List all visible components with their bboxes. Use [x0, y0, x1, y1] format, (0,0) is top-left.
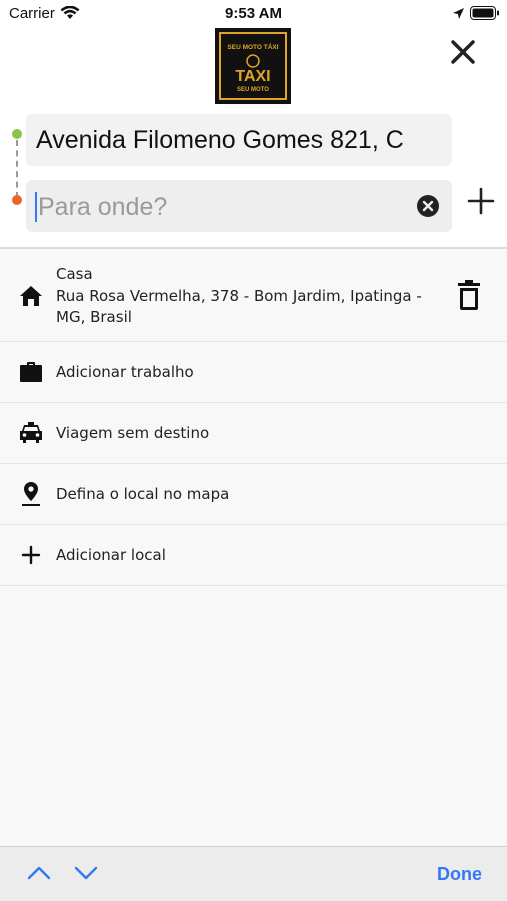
- home-icon: [18, 283, 44, 309]
- add-place-label: Adicionar local: [56, 546, 166, 564]
- map-pin-icon: [18, 480, 44, 506]
- home-address: Rua Rosa Vermelha, 378 - Bom Jardim, Ipa…: [56, 287, 422, 326]
- battery-icon: [470, 6, 500, 25]
- route-connector-line: [16, 140, 18, 198]
- taxi-icon: [18, 420, 44, 446]
- trash-icon: [458, 280, 480, 310]
- list-item-set-on-map[interactable]: Defina o local no mapa: [0, 464, 507, 525]
- app-logo: SEU MOTO TÁXI TAXI SEU MOTO: [215, 28, 291, 104]
- origin-dot: [12, 129, 22, 139]
- clear-icon: [417, 195, 439, 217]
- set-on-map-label: Defina o local no mapa: [56, 485, 230, 503]
- list-item-home[interactable]: Casa Rua Rosa Vermelha, 378 - Bom Jardim…: [0, 249, 507, 342]
- route-header: SEU MOTO TÁXI TAXI SEU MOTO Avenida Filo…: [0, 28, 507, 248]
- add-work-label: Adicionar trabalho: [56, 363, 194, 381]
- done-button[interactable]: Done: [437, 864, 482, 885]
- briefcase-icon: [18, 359, 44, 385]
- chevron-up-icon: [27, 866, 51, 880]
- next-field-button[interactable]: [73, 863, 99, 883]
- delete-home-button[interactable]: [455, 279, 483, 311]
- list-item-trip-without-destination[interactable]: Viagem sem destino: [0, 403, 507, 464]
- origin-field[interactable]: Avenida Filomeno Gomes 821, C: [26, 114, 452, 166]
- close-button[interactable]: [447, 36, 479, 68]
- home-title: Casa: [56, 265, 93, 283]
- logo-main-text: TAXI: [235, 68, 270, 85]
- location-arrow-icon: [452, 7, 465, 25]
- plus-icon: [467, 187, 495, 215]
- close-icon: [451, 40, 475, 64]
- keyboard-toolbar: Done: [0, 846, 507, 901]
- saved-places-list: Casa Rua Rosa Vermelha, 378 - Bom Jardim…: [0, 249, 507, 586]
- list-item-add-place[interactable]: Adicionar local: [0, 525, 507, 586]
- destination-input[interactable]: [36, 180, 400, 234]
- logo-top-text: SEU MOTO TÁXI: [227, 42, 278, 51]
- list-item-add-work[interactable]: Adicionar trabalho: [0, 342, 507, 403]
- clear-destination-button[interactable]: [416, 194, 440, 218]
- trip-without-destination-label: Viagem sem destino: [56, 424, 210, 442]
- chevron-down-icon: [74, 866, 98, 880]
- plus-icon: [18, 542, 44, 568]
- previous-field-button[interactable]: [26, 863, 52, 883]
- destination-field[interactable]: [26, 180, 452, 234]
- logo-bottom-text: SEU MOTO: [237, 87, 269, 93]
- destination-dot: [12, 195, 22, 205]
- status-bar: Carrier 9:53 AM: [0, 0, 507, 28]
- clock: 9:53 AM: [225, 5, 282, 22]
- add-stop-button[interactable]: [466, 186, 496, 216]
